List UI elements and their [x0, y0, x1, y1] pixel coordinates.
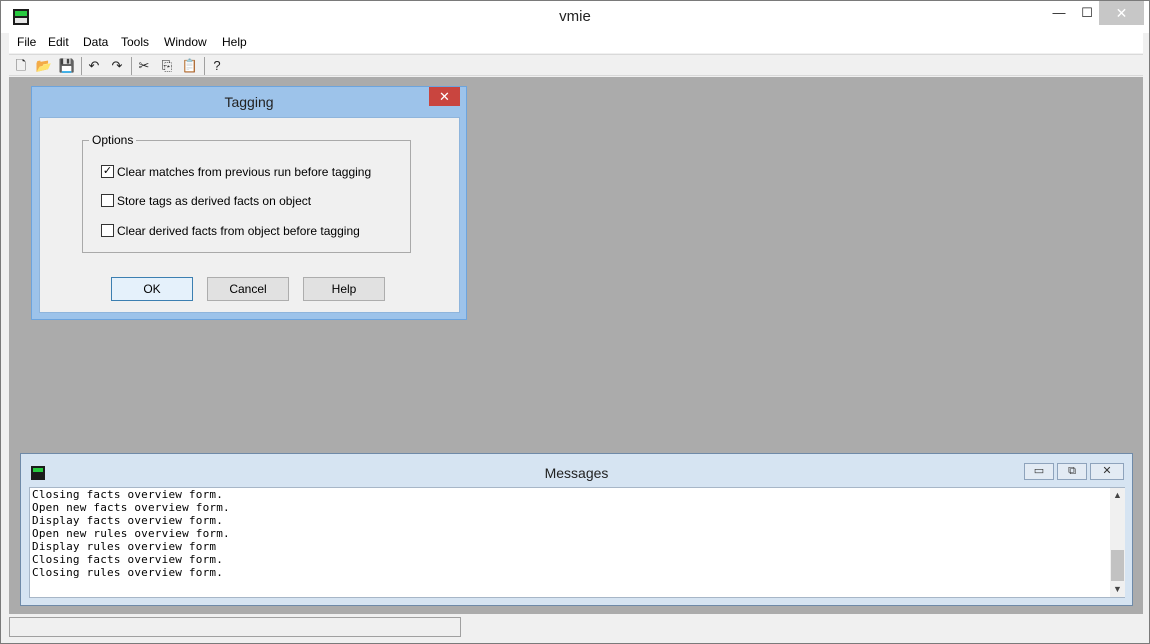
checkbox-clear-derived[interactable]	[101, 224, 114, 237]
status-bar	[9, 617, 461, 637]
menu-help[interactable]: Help	[222, 35, 247, 49]
messages-close-button[interactable]: ✕	[1090, 463, 1124, 480]
options-groupbox: Options ✓ Clear matches from previous ru…	[82, 133, 411, 253]
log-line: Closing facts overview form.	[32, 553, 224, 566]
new-file-icon[interactable]: 🗋	[12, 57, 30, 75]
vertical-scrollbar[interactable]: ▲ ▼	[1110, 488, 1125, 597]
menu-data[interactable]: Data	[83, 35, 108, 49]
open-folder-icon[interactable]: 📂	[35, 57, 53, 75]
options-group-label: Options	[89, 133, 137, 147]
help-icon[interactable]: ?	[208, 57, 226, 75]
checkbox-label: Store tags as derived facts on object	[117, 194, 312, 208]
log-line: Open new facts overview form.	[32, 501, 230, 514]
messages-restore-button[interactable]: ⧉	[1057, 463, 1087, 480]
checkbox-store-tags[interactable]	[101, 194, 114, 207]
app-title: vmie	[559, 8, 591, 25]
messages-log[interactable]: Closing facts overview form. Open new fa…	[29, 487, 1125, 598]
toolbar-separator	[81, 57, 82, 75]
menu-window[interactable]: Window	[164, 35, 207, 49]
scroll-up-icon[interactable]: ▲	[1110, 488, 1125, 503]
undo-icon[interactable]: ↶	[85, 57, 103, 75]
messages-window: Messages ▭ ⧉ ✕ Closing facts overview fo…	[20, 453, 1133, 606]
toolbar: 🗋 📂 💾 ↶ ↷ ✂ ⎘ 📋 ?	[9, 54, 1143, 76]
paste-icon[interactable]: 📋	[181, 57, 199, 75]
cut-icon[interactable]: ✂	[135, 57, 153, 75]
log-line: Display facts overview form.	[32, 514, 224, 527]
title-bar: vmie — ☐ ✕	[1, 1, 1149, 33]
checkbox-label: Clear matches from previous run before t…	[117, 165, 372, 179]
log-line: Open new rules overview form.	[32, 527, 230, 540]
dialog-close-button[interactable]: ✕	[429, 87, 460, 106]
save-icon[interactable]: 💾	[58, 57, 76, 75]
log-line: Closing rules overview form.	[32, 566, 224, 579]
scroll-thumb[interactable]	[1111, 550, 1124, 581]
minimize-button[interactable]: —	[1045, 1, 1073, 25]
checkbox-label: Clear derived facts from object before t…	[117, 224, 360, 238]
redo-icon[interactable]: ↷	[108, 57, 126, 75]
copy-icon[interactable]: ⎘	[158, 57, 176, 75]
menu-tools[interactable]: Tools	[121, 35, 149, 49]
help-button[interactable]: Help	[303, 277, 385, 301]
cancel-button[interactable]: Cancel	[207, 277, 289, 301]
close-button[interactable]: ✕	[1099, 1, 1144, 25]
log-line: Closing facts overview form.	[32, 488, 224, 501]
dialog-title: Tagging	[224, 94, 274, 110]
log-line: Display rules overview form	[32, 540, 217, 553]
toolbar-separator	[131, 57, 132, 75]
maximize-button[interactable]: ☐	[1073, 1, 1101, 25]
menu-bar: File Edit Data Tools Window Help	[9, 33, 1143, 53]
toolbar-separator	[204, 57, 205, 75]
main-window: vmie — ☐ ✕ File Edit Data Tools Window H…	[0, 0, 1150, 644]
scroll-down-icon[interactable]: ▼	[1110, 582, 1125, 597]
messages-title: Messages	[544, 465, 609, 481]
messages-minimize-button[interactable]: ▭	[1024, 463, 1054, 480]
checkbox-clear-matches[interactable]: ✓	[101, 165, 114, 178]
menu-file[interactable]: File	[17, 35, 36, 49]
menu-edit[interactable]: Edit	[48, 35, 69, 49]
ok-button[interactable]: OK	[111, 277, 193, 301]
